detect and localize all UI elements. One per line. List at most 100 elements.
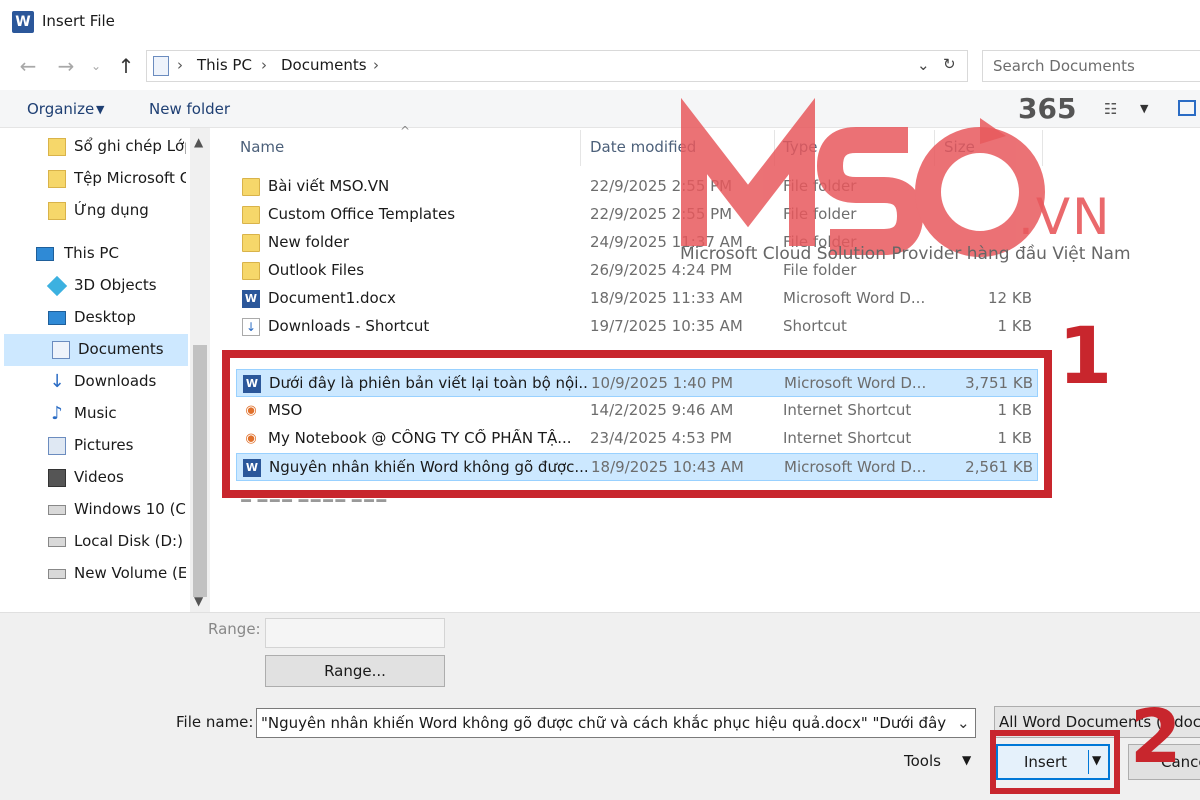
- file-name: New folder: [268, 233, 350, 251]
- file-name: Document1.docx: [268, 289, 396, 307]
- highlight-box-selected-files: [222, 350, 1052, 498]
- sidebar-item-label: Sổ ghi chép Lớp: [74, 137, 186, 155]
- shortcut-icon: ↓: [242, 318, 260, 336]
- back-button[interactable]: ←: [14, 52, 42, 80]
- sidebar-item[interactable]: Local Disk (D:): [0, 526, 190, 558]
- range-label: Range:: [208, 620, 261, 638]
- chevron-down-icon[interactable]: ⌄: [917, 56, 930, 74]
- sidebar-item-label: Windows 10 (C:): [74, 500, 186, 518]
- new-folder-button[interactable]: New folder: [149, 100, 230, 118]
- sidebar-item-label: Documents: [78, 340, 164, 358]
- file-size: 12 KB: [988, 289, 1032, 307]
- sidebar-item-label: 3D Objects: [74, 276, 157, 294]
- filename-input[interactable]: "Nguyên nhân khiến Word không gõ được ch…: [256, 708, 976, 738]
- breadcrumb-separator-icon: ›: [261, 56, 267, 74]
- watermark-365-badge: 365: [1018, 92, 1077, 125]
- file-row[interactable]: W Document1.docx 18/9/2025 11:33 AM Microso…: [236, 285, 1038, 313]
- drive-icon: [48, 505, 66, 515]
- word-document-icon: W: [242, 290, 260, 308]
- organize-button[interactable]: Organize: [27, 100, 94, 118]
- breadcrumb-separator-icon: ›: [373, 56, 379, 74]
- sidebar-item[interactable]: Sổ ghi chép Lớp: [0, 131, 190, 163]
- refresh-icon[interactable]: ↻: [943, 55, 956, 73]
- file-name: Downloads - Shortcut: [268, 317, 430, 335]
- sidebar-item-label: Tệp Microsoft Co: [74, 169, 186, 187]
- watermark-vn-suffix: .VN: [1018, 188, 1112, 246]
- sidebar-item-label: Ứng dụng: [74, 201, 149, 219]
- word-app-icon: W: [12, 11, 34, 33]
- tools-button[interactable]: Tools: [904, 752, 941, 770]
- folder-icon: [48, 202, 66, 220]
- scroll-up-icon[interactable]: ▲: [194, 135, 203, 149]
- forward-button[interactable]: →: [52, 52, 80, 80]
- sidebar-item-label: This PC: [64, 244, 119, 262]
- step-number-2: 2: [1130, 694, 1182, 780]
- file-date: 18/9/2025 11:33 AM: [590, 289, 743, 307]
- sidebar-item[interactable]: ♪ Music: [0, 398, 190, 430]
- address-bar[interactable]: › This PC › Documents › ⌄ ↻: [146, 50, 968, 82]
- chevron-down-icon[interactable]: ▼: [962, 753, 971, 767]
- folder-icon: [48, 138, 66, 156]
- computer-icon: [36, 247, 54, 261]
- step-number-1: 1: [1058, 312, 1113, 402]
- breadcrumb-separator-icon: ›: [177, 56, 183, 74]
- sidebar-item[interactable]: ↓ Downloads: [0, 366, 190, 398]
- search-placeholder: Search Documents: [993, 57, 1135, 75]
- arrow-left-icon: ←: [19, 54, 37, 78]
- documents-icon: [52, 341, 70, 359]
- sidebar-scroll-thumb[interactable]: [193, 345, 207, 597]
- folder-icon: [242, 262, 260, 280]
- desktop-icon: [48, 311, 66, 325]
- highlight-box-insert: [990, 730, 1120, 794]
- sidebar-item-label: Videos: [74, 468, 124, 486]
- documents-icon: [153, 56, 169, 76]
- file-name: Bài viết MSO.VN: [268, 177, 390, 195]
- title-bar: W Insert File: [0, 0, 1200, 44]
- column-divider[interactable]: [580, 130, 581, 166]
- sidebar-item[interactable]: Pictures: [0, 430, 190, 462]
- sidebar-item-label: New Volume (E:): [74, 564, 186, 582]
- file-type: Microsoft Word D...: [783, 289, 926, 307]
- up-button[interactable]: ↑: [112, 52, 140, 80]
- sidebar-item[interactable]: This PC: [0, 238, 190, 270]
- file-type: Shortcut: [783, 317, 847, 335]
- file-name: Custom Office Templates: [268, 205, 456, 223]
- sidebar-item[interactable]: 3D Objects: [0, 270, 190, 302]
- range-input: [265, 618, 445, 648]
- sidebar-item[interactable]: Documents: [4, 334, 188, 366]
- recent-locations-button[interactable]: ⌄: [86, 52, 106, 80]
- breadcrumb-this-pc[interactable]: This PC: [197, 56, 252, 74]
- sidebar-item[interactable]: Windows 10 (C:): [0, 494, 190, 526]
- sidebar-item[interactable]: Ứng dụng: [0, 195, 190, 227]
- file-size: 1 KB: [997, 317, 1032, 335]
- chevron-down-icon: ⌄: [90, 59, 102, 73]
- breadcrumb-documents[interactable]: Documents: [281, 56, 367, 74]
- sidebar-item-label: Desktop: [74, 308, 136, 326]
- sidebar-item-label: Downloads: [74, 372, 157, 390]
- sidebar-item[interactable]: Videos: [0, 462, 190, 494]
- filename-label: File name:: [176, 713, 254, 731]
- music-icon: ♪: [51, 403, 63, 424]
- cube-icon: [46, 275, 68, 297]
- window-title: Insert File: [42, 12, 115, 30]
- arrow-right-icon: →: [57, 54, 75, 78]
- drive-icon: [48, 537, 66, 547]
- chevron-down-icon[interactable]: ⌄: [957, 714, 971, 732]
- drive-icon: [48, 569, 66, 579]
- scroll-down-icon[interactable]: ▼: [194, 594, 203, 608]
- folder-icon: [242, 178, 260, 196]
- arrow-up-icon: ↑: [117, 54, 135, 78]
- file-row[interactable]: ↓ Downloads - Shortcut 19/7/2025 10:35 AM S…: [236, 313, 1038, 341]
- file-name: Outlook Files: [268, 261, 365, 279]
- search-input[interactable]: Search Documents: [982, 50, 1200, 82]
- watermark-tagline: Microsoft Cloud Solution Provider hàng đ…: [680, 244, 1131, 264]
- range-button[interactable]: Range...: [265, 655, 445, 687]
- folder-icon: [242, 234, 260, 252]
- sidebar-item[interactable]: Desktop: [0, 302, 190, 334]
- sort-ascending-icon: ^: [400, 124, 411, 138]
- sidebar-item[interactable]: New Volume (E:): [0, 558, 190, 590]
- sidebar-item[interactable]: Tệp Microsoft Co: [0, 163, 190, 195]
- preview-pane-icon[interactable]: [1178, 100, 1196, 116]
- column-header-name[interactable]: Name: [240, 138, 284, 156]
- sidebar-item-label: Music: [74, 404, 117, 422]
